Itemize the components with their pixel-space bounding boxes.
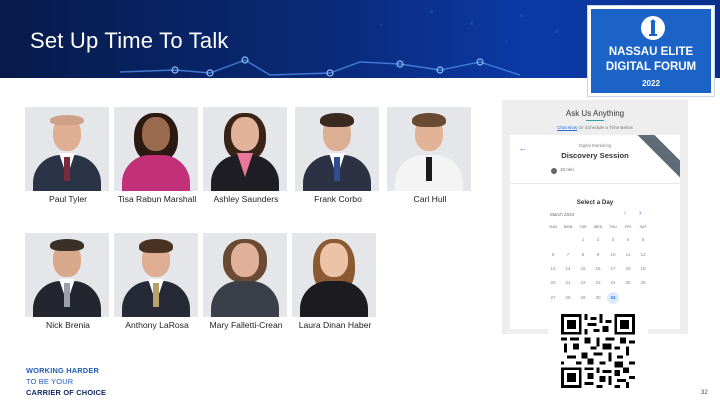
person-photo [25,107,109,191]
logo-year: 2022 [642,79,660,88]
calendar-day[interactable]: 8 [577,249,589,261]
slide-title: Set Up Time To Talk [30,28,229,53]
calendar-day[interactable]: 12 [637,249,649,261]
calendar-day[interactable]: 28 [562,292,574,304]
calendar-day[interactable]: 10 [607,249,619,261]
person-card: Paul Tyler [25,107,111,204]
calendar-day[interactable]: 26 [637,277,649,289]
person-name: Carl Hull [413,194,447,204]
weekday-header: TUE [579,225,587,229]
qr-code [548,305,648,397]
clock-icon [551,168,557,174]
calendar-day[interactable]: 20 [547,277,559,289]
calendar-day[interactable]: 5 [637,234,649,246]
session-duration: 15 min [560,167,574,172]
tagline-line1: WORKING HARDER [26,366,100,375]
weekday-header: WED [593,225,603,229]
next-month-button[interactable]: › [639,210,641,217]
select-day-heading: Select a Day [576,199,614,206]
calendar-day[interactable]: 7 [562,249,574,261]
person-card: Frank Corbo [295,107,381,204]
nassau-forum-logo: NASSAU ELITE DIGITAL FORUM 2022 [588,6,714,96]
calendar-day[interactable]: 11 [622,249,634,261]
chat-now-link[interactable]: Chat Now [557,125,577,130]
person-photo [203,107,287,191]
logo-text-line2: DIGITAL FORUM [605,61,697,73]
calendar-day[interactable]: 27 [547,292,559,304]
page-number: 32 [701,390,708,396]
person-photo [292,233,376,317]
weekday-header: THU [609,225,617,229]
calendar-day[interactable]: 13 [547,263,559,275]
calendar-day[interactable]: 21 [562,277,574,289]
calendar-day[interactable]: 2 [592,234,604,246]
calendar-day[interactable]: 4 [622,234,634,246]
calendar-day[interactable]: 25 [622,277,634,289]
person-card: Nick Brenia [25,233,111,330]
calendar-day[interactable]: 29 [577,292,589,304]
person-photo [25,233,109,317]
weekday-header: SUN [549,225,557,229]
calendar-day[interactable]: 16 [592,263,604,275]
card-divider [510,183,680,184]
calendar-day[interactable]: 19 [637,263,649,275]
calendar-day[interactable]: 9 [592,249,604,261]
calendar-day-selected[interactable]: 31 [607,292,619,304]
slide: Set Up Time To Talk NASSAU ELITE DIGITAL… [0,0,720,405]
person-photo [114,233,198,317]
previous-month-button[interactable]: ‹ [624,210,626,217]
scheduler-panel: Ask Us Anything Chat Now Or Schedule a T… [502,100,688,334]
weekday-header: SAT [639,225,647,229]
calendar-day[interactable]: 15 [577,263,589,275]
person-name: Laura Dinan Haber [298,320,372,330]
scheduler-title: Ask Us Anything [565,109,625,118]
lighthouse-icon [641,16,665,40]
weekday-header: MON [563,225,573,229]
weekday-header: FRI [625,225,631,229]
calendar-day[interactable]: 14 [562,263,574,275]
person-card: Mary Falletti-Crean [203,233,289,330]
calendar-day[interactable]: 22 [577,277,589,289]
booking-card: ← Digital Marketing Discovery Session 15… [510,135,680,329]
person-photo [203,233,287,317]
tagline-line3: CARRIER OF CHOICE [26,388,107,397]
person-card: Tisa Rabun Marshall [114,107,200,204]
calendar-day[interactable]: 3 [607,234,619,246]
subtitle-text: Or Schedule a Time Below [577,125,633,130]
tagline-line2: TO BE YOUR [26,377,74,386]
calendar-day[interactable]: 30 [592,292,604,304]
person-photo [387,107,471,191]
person-card: Ashley Saunders [203,107,289,204]
person-card: Anthony LaRosa [114,233,200,330]
qr-code-graphic [561,314,635,388]
calendar-day[interactable]: 6 [547,249,559,261]
calendar-day[interactable]: 17 [607,263,619,275]
title-underline [586,120,604,121]
calendar-day[interactable]: 1 [577,234,589,246]
calendar-day[interactable]: 18 [622,263,634,275]
calendar-month: March 2022 [550,212,575,217]
person-card: Carl Hull [387,107,473,204]
person-photo [295,107,379,191]
logo-text-line1: NASSAU ELITE [608,46,694,58]
person-photo [114,107,198,191]
calendar-day[interactable]: 24 [607,277,619,289]
calendar-day[interactable]: 23 [592,277,604,289]
person-card: Laura Dinan Haber [292,233,378,330]
scheduler-subtitle: Chat Now Or Schedule a Time Below [502,125,688,130]
